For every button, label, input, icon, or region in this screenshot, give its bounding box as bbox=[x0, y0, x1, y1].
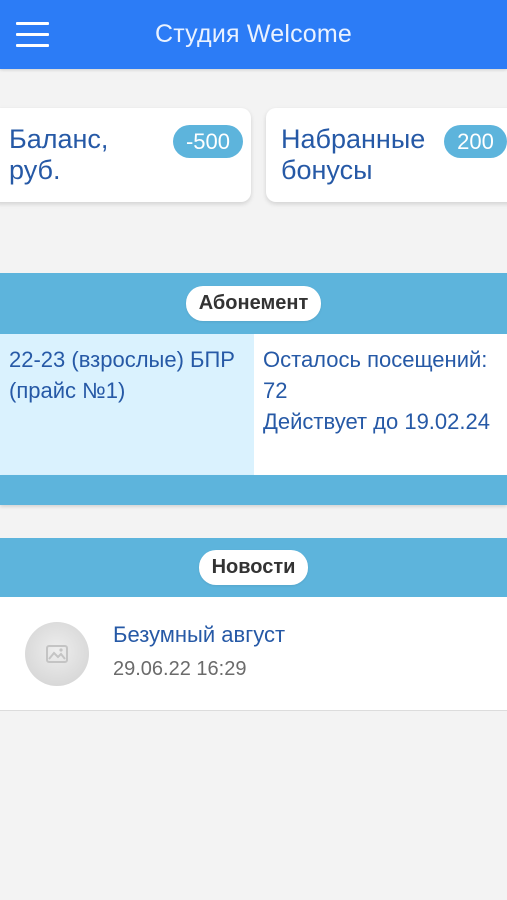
app-title: Студия Welcome bbox=[154, 20, 353, 48]
subscription-footer bbox=[0, 475, 507, 505]
news-date: 29.06.22 16:29 bbox=[113, 658, 247, 680]
balance-card[interactable]: Баланс, руб. -500 bbox=[0, 108, 251, 202]
bonus-card[interactable]: Набранные бонусы 200 bbox=[266, 108, 507, 202]
news-header: Новости bbox=[0, 538, 507, 597]
news-title: Безумный август bbox=[113, 622, 286, 647]
balance-label: Баланс, руб. bbox=[9, 124, 109, 185]
valid-until: Действует до 19.02.24 bbox=[263, 409, 490, 434]
news-item[interactable]: Безумный август 29.06.22 16:29 bbox=[0, 597, 507, 711]
image-placeholder-icon bbox=[25, 622, 89, 686]
app-header: Студия Welcome bbox=[0, 0, 507, 69]
hamburger-menu-icon[interactable] bbox=[16, 22, 49, 47]
subscription-details: Осталось посещений: 72 Действует до 19.0… bbox=[254, 334, 507, 475]
subscription-row[interactable]: 22-23 (взрослые) БПР (прайс №1) Осталось… bbox=[0, 334, 507, 475]
subscription-heading: Абонемент bbox=[185, 286, 322, 321]
visits-left: Осталось посещений: 72 bbox=[263, 347, 488, 403]
bonus-label: Набранные бонусы bbox=[281, 124, 426, 185]
bonus-badge: 200 bbox=[444, 125, 507, 158]
balance-badge: -500 bbox=[173, 125, 243, 158]
news-heading: Новости bbox=[198, 550, 309, 585]
subscription-name: 22-23 (взрослые) БПР (прайс №1) bbox=[0, 334, 254, 475]
subscription-header: Абонемент bbox=[0, 273, 507, 334]
